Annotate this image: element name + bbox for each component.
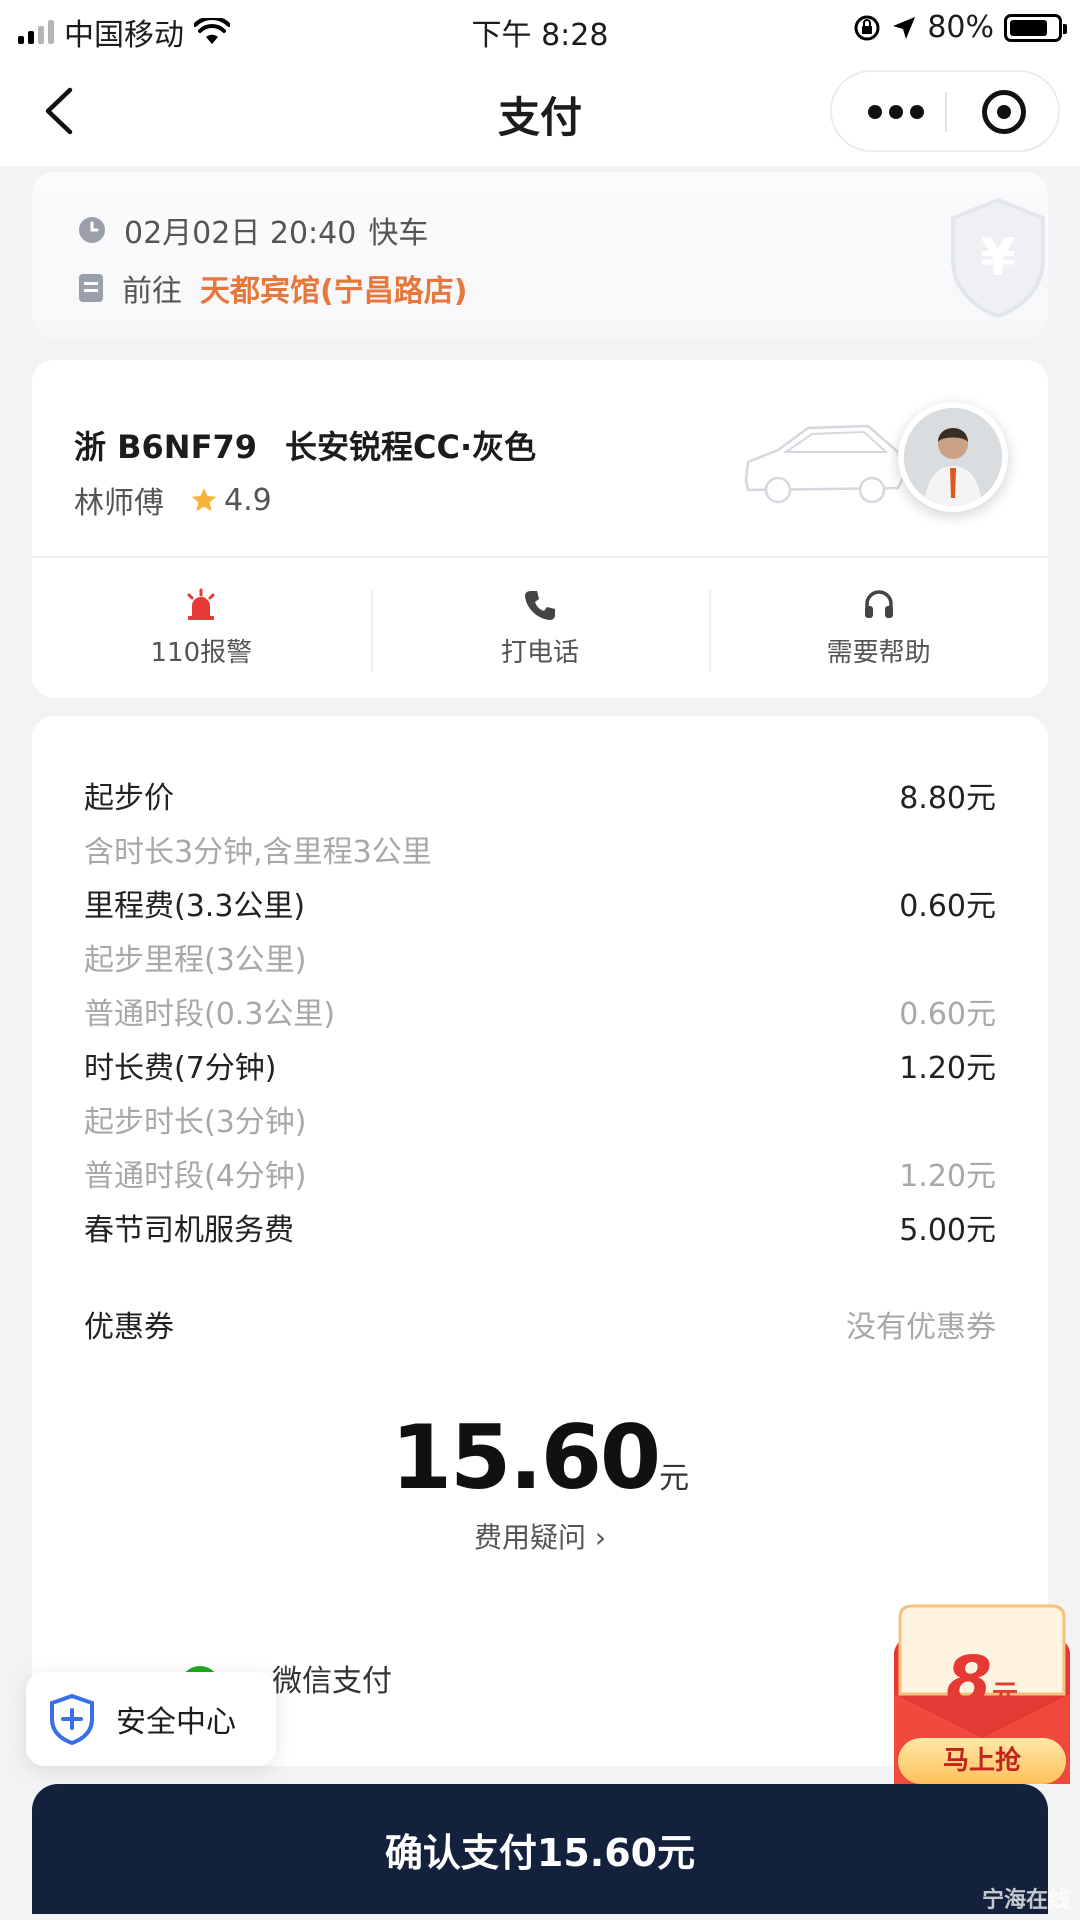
fee-label: 里程费(3.3公里) (84, 889, 306, 924)
red-envelope-promo[interactable]: 8元 马上抢 (888, 1598, 1076, 1788)
car-illustration (744, 424, 906, 504)
help-button[interactable]: 需要帮助 (709, 558, 1048, 698)
rating-value: 4.9 (224, 482, 272, 518)
alarm-icon (187, 588, 215, 620)
driver-card: 浙 B6NF79 长安锐程CC·灰色 林师傅 4.9 110报警 打电话 需要帮… (32, 360, 1048, 698)
safety-center-button[interactable]: 安全中心 (26, 1672, 276, 1766)
battery-percent: 80% (927, 10, 994, 45)
coupon-label: 优惠券 (84, 1310, 174, 1345)
fee-row-distance: 里程费(3.3公里) 0.60元 (84, 876, 996, 930)
fee-value: 5.00元 (899, 1213, 996, 1248)
envelope-amount: 8元 (888, 1642, 1076, 1719)
phone-icon (525, 590, 555, 620)
destination-prefix: 前往 (122, 274, 182, 309)
rotation-lock-icon (854, 15, 880, 40)
fee-row-normal-distance: 普通时段(0.3公里) 0.60元 (84, 984, 996, 1038)
payment-shield-icon: ¥ (951, 197, 1045, 318)
driver-avatar (898, 402, 1008, 512)
envelope-unit: 元 (991, 1680, 1018, 1710)
fee-label: 时长费(7分钟) (84, 1051, 277, 1086)
clock-icon (79, 217, 105, 243)
fee-row-base-duration: 起步时长(3分钟) (84, 1092, 996, 1146)
trip-datetime: 02月02日 20:40 (124, 216, 357, 251)
fee-row-normal-duration: 普通时段(4分钟) 1.20元 (84, 1146, 996, 1200)
fee-row-duration: 时长费(7分钟) 1.20元 (84, 1038, 996, 1092)
status-bar: 中国移动 下午 8:28 80% (0, 0, 1080, 56)
total-amount: 15.60元 (32, 1406, 1048, 1509)
safety-center-label: 安全中心 (116, 1705, 236, 1740)
fee-value: 1.20元 (899, 1051, 996, 1086)
coupon-value: 没有优惠券 (846, 1310, 996, 1345)
battery-icon (1004, 13, 1067, 42)
more-options-icon[interactable] (868, 100, 924, 124)
fee-question-link[interactable]: 费用疑问 › (32, 1516, 1048, 1556)
trip-service: 快车 (368, 216, 429, 251)
police-button[interactable]: 110报警 (32, 558, 371, 698)
shield-plus-icon (50, 1693, 94, 1745)
watermark: 宁海在线 (981, 1888, 1070, 1913)
fee-row-holiday: 春节司机服务费 5.00元 (84, 1200, 996, 1254)
help-label: 需要帮助 (826, 637, 931, 668)
capsule-divider (945, 92, 947, 132)
star-icon (192, 488, 216, 511)
police-label: 110报警 (150, 637, 253, 668)
total-number: 15.60 (390, 1406, 661, 1509)
envelope-number: 8 (946, 1642, 992, 1719)
call-button[interactable]: 打电话 (370, 558, 710, 698)
confirm-payment-button[interactable]: 确认支付15.60元 (32, 1784, 1048, 1914)
fee-row-base: 起步价 8.80元 (84, 768, 996, 822)
trip-destination-row: 前往 天都宾馆(宁昌路店) (78, 266, 467, 310)
trip-time-row: 02月02日 20:40 快车 (78, 208, 428, 252)
license-plate: 浙 B6NF79 (74, 428, 257, 466)
driver-info: 林师傅 4.9 (74, 478, 272, 522)
fee-value: 8.80元 (899, 781, 996, 816)
svg-text:¥: ¥ (980, 228, 1016, 288)
total-unit: 元 (659, 1461, 690, 1496)
status-right: 80% (853, 10, 1067, 45)
payment-method-label[interactable]: 微信支付 (272, 1656, 392, 1700)
car-model: 长安锐程CC·灰色 (284, 428, 537, 466)
fee-label: 起步价 (84, 781, 174, 816)
headset-icon (864, 589, 893, 618)
location-arrow-icon (893, 16, 916, 39)
fee-label: 含时长3分钟,含里程3公里 (84, 835, 432, 870)
fee-list: 起步价 8.80元 含时长3分钟,含里程3公里 里程费(3.3公里) 0.60元… (84, 768, 996, 1354)
fee-label: 普通时段(4分钟) (84, 1159, 307, 1194)
fee-label: 起步时长(3分钟) (84, 1105, 307, 1140)
nav-bar: 支付 (0, 56, 1080, 166)
miniprogram-capsule (830, 70, 1060, 152)
driver-rating: 4.9 (190, 483, 272, 518)
fee-row-base-detail: 含时长3分钟,含里程3公里 (84, 822, 996, 876)
document-icon (79, 274, 103, 302)
close-miniprogram-icon[interactable] (982, 90, 1026, 134)
fee-label: 普通时段(0.3公里) (84, 997, 336, 1032)
fee-label: 春节司机服务费 (84, 1213, 294, 1248)
destination-name: 天都宾馆(宁昌路店) (200, 274, 468, 309)
fee-row-base-distance: 起步里程(3公里) (84, 930, 996, 984)
fee-value: 0.60元 (899, 997, 996, 1032)
driver-photo (904, 408, 1002, 506)
fee-value: 0.60元 (899, 889, 996, 924)
trip-info-card: 02月02日 20:40 快车 前往 天都宾馆(宁昌路店) ¥ (32, 172, 1048, 338)
fee-value: 1.20元 (899, 1159, 996, 1194)
grab-now-button[interactable]: 马上抢 (898, 1738, 1066, 1784)
coupon-row[interactable]: 优惠券 没有优惠券 (84, 1294, 996, 1354)
call-label: 打电话 (501, 637, 580, 668)
driver-actions: 110报警 打电话 需要帮助 (32, 558, 1048, 698)
driver-name: 林师傅 (74, 486, 164, 521)
vehicle-info: 浙 B6NF79 长安锐程CC·灰色 (74, 422, 536, 468)
fee-label: 起步里程(3公里) (84, 943, 307, 978)
